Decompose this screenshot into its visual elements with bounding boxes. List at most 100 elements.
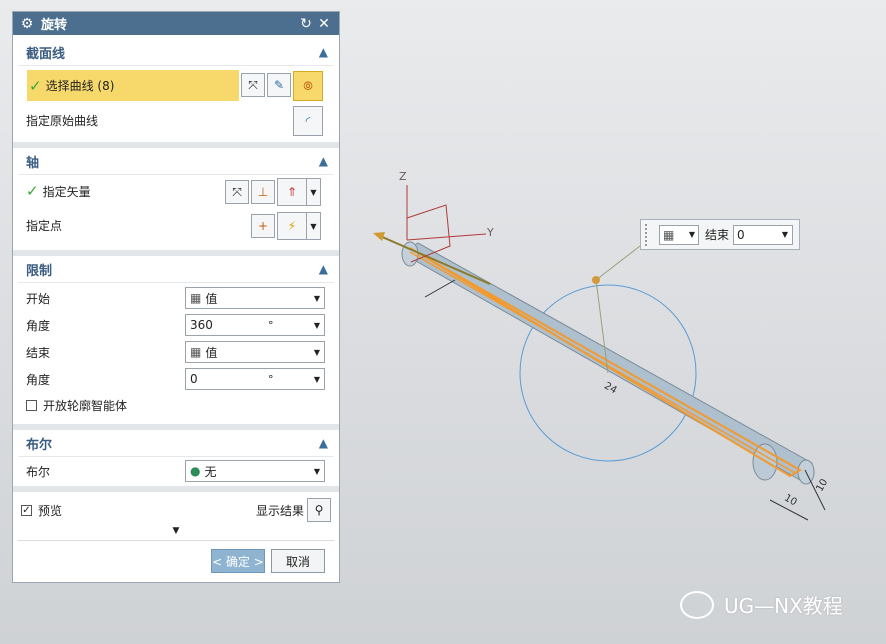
open-profile-row[interactable]: 开放轮廓智能体 bbox=[26, 392, 328, 418]
watermark-text: UG—NX教程 bbox=[724, 594, 843, 618]
dialog-title: 旋转 bbox=[41, 18, 68, 33]
end-value-text: 0 bbox=[737, 227, 745, 242]
cross-arrows-icon: ⤧ bbox=[232, 184, 242, 199]
inferred-point-button[interactable]: ⚡ bbox=[277, 212, 307, 240]
point-type-dropdown[interactable]: ▼ bbox=[307, 212, 321, 240]
axis-z-label: Z bbox=[399, 170, 407, 183]
origin-curve-button[interactable]: ◜ bbox=[293, 106, 323, 136]
section-axis-title: 轴 bbox=[26, 155, 40, 171]
toolbar-grip[interactable] bbox=[645, 223, 655, 246]
sketch-section-button[interactable]: ✎ bbox=[267, 73, 291, 97]
section-boolean-title: 布尔 bbox=[26, 437, 53, 453]
end-type-value: 值 bbox=[205, 345, 218, 360]
end-value-input[interactable]: 0 ▼ bbox=[733, 224, 794, 245]
cancel-button[interactable]: 取消 bbox=[271, 549, 325, 573]
start-label: 开始 bbox=[26, 291, 51, 306]
specify-origin-label: 指定原始曲线 bbox=[26, 113, 99, 128]
end-type-dropdown[interactable]: ▦ ▼ bbox=[659, 224, 699, 245]
preview-checkbox[interactable]: ✓ bbox=[21, 504, 32, 516]
end-type-select[interactable]: ▦ 值 ▼ bbox=[185, 341, 325, 363]
reverse-vector-button[interactable]: ⤧ bbox=[225, 180, 249, 204]
boolean-select[interactable]: ● 无 ▼ bbox=[185, 460, 325, 482]
chevron-up-icon: ▲ bbox=[318, 436, 328, 450]
start-angle-value: 360 bbox=[190, 318, 213, 332]
start-type-select[interactable]: ▦ 值 ▼ bbox=[185, 287, 325, 309]
open-profile-checkbox[interactable] bbox=[26, 399, 37, 411]
chevron-down-icon: ▼ bbox=[313, 466, 320, 476]
end-angle-unit: ° bbox=[268, 372, 274, 386]
section-limits-title: 限制 bbox=[26, 263, 53, 279]
chevron-up-icon: ▲ bbox=[318, 154, 328, 168]
wechat-icon bbox=[680, 590, 714, 619]
start-angle-input[interactable]: 360 ° ▼ bbox=[185, 314, 325, 336]
inferred-vector-button[interactable]: ⇑ bbox=[277, 178, 307, 206]
point-handle bbox=[592, 276, 600, 284]
preview-label: 预览 bbox=[38, 503, 63, 518]
origin-curve-icon: ◜ bbox=[305, 114, 311, 128]
chevron-down-icon: ▼ bbox=[313, 347, 320, 357]
show-result-button[interactable]: ⚲ bbox=[307, 498, 331, 522]
separator bbox=[13, 486, 339, 492]
select-curve-label: 选择曲线 (8) bbox=[45, 79, 115, 93]
chevron-down-icon: ▼ bbox=[313, 293, 320, 303]
section-boolean: 布尔 ▲ 布尔 ● 无 ▼ bbox=[18, 430, 334, 486]
show-result-label: 显示结果 bbox=[255, 503, 304, 518]
section-curve-header[interactable]: 截面线 ▲ bbox=[18, 39, 334, 66]
start-angle-label: 角度 bbox=[26, 318, 51, 333]
start-type-value: 值 bbox=[205, 291, 218, 306]
expand-down-icon: ▼ bbox=[172, 526, 180, 536]
section-boolean-header[interactable]: 布尔 ▲ bbox=[18, 430, 334, 457]
chevron-up-icon: ▲ bbox=[318, 45, 328, 59]
specify-vector-label: 指定矢量 bbox=[42, 184, 91, 199]
gear-icon[interactable]: ⚙ bbox=[19, 16, 35, 32]
dim-line-left bbox=[424, 279, 456, 298]
vector-axis-line bbox=[379, 235, 491, 285]
vector-icon: ⇑ bbox=[286, 185, 298, 199]
section-curve: 截面线 ▲ ✓ 选择曲线 (8) ⤧ ✎ ⦾ 指定原始曲线 ◜ bbox=[18, 39, 334, 142]
select-curve-row[interactable]: ✓ 选择曲线 (8) bbox=[27, 70, 239, 101]
chevron-up-icon: ▲ bbox=[318, 262, 328, 276]
cross-arrows-icon: ⤧ bbox=[248, 77, 258, 92]
toolbar-leader bbox=[595, 245, 641, 281]
section-limits-header[interactable]: 限制 ▲ bbox=[18, 256, 334, 283]
section-limits: 限制 ▲ 开始 ▦ 值 ▼ 角度 360 ° ▼ 结束 ▦ 值 ▼ 角度 0 °… bbox=[18, 256, 334, 424]
end-value-toolbar: ▦ ▼ 结束 0 ▼ bbox=[640, 219, 800, 250]
chevron-down-icon: ▼ bbox=[313, 374, 320, 384]
chevron-down-icon: ▼ bbox=[310, 187, 317, 197]
specify-origin-row: 指定原始曲线 bbox=[26, 107, 328, 133]
chevron-down-icon: ▼ bbox=[781, 230, 789, 239]
preview-row: ✓ 预览 显示结果 ⚲ bbox=[21, 496, 331, 524]
end-angle-value: 0 bbox=[190, 372, 198, 386]
lightning-point-icon: ⚡ bbox=[287, 219, 297, 233]
vector-type-dropdown[interactable]: ▼ bbox=[307, 178, 321, 206]
dialog-titlebar: ⚙ 旋转 ↻ ✕ bbox=[13, 12, 339, 35]
graphics-viewport[interactable]: Z Y 24 10 10 bbox=[340, 0, 886, 644]
ok-button[interactable]: < 确定 > bbox=[211, 549, 265, 573]
value-type-icon: ▦ bbox=[663, 227, 675, 242]
check-icon: ✓ bbox=[26, 182, 39, 200]
point-dialog-button[interactable]: + bbox=[251, 214, 275, 238]
open-profile-label: 开放轮廓智能体 bbox=[43, 398, 128, 413]
chevron-down-icon: ▼ bbox=[313, 320, 320, 330]
end-label: 结束 bbox=[26, 345, 51, 360]
chevron-down-icon: ▼ bbox=[688, 230, 695, 239]
curve-selection-button[interactable]: ⦾ bbox=[293, 71, 323, 101]
curve-icon: ⦾ bbox=[303, 78, 313, 93]
expand-more-row[interactable]: ▼ bbox=[18, 526, 334, 541]
ok-label: < 确定 > bbox=[212, 554, 264, 569]
boolean-label: 布尔 bbox=[26, 464, 51, 479]
end-toolbar-label: 结束 bbox=[705, 228, 730, 242]
deselect-curve-button[interactable]: ⤧ bbox=[241, 73, 265, 97]
section-curve-title: 截面线 bbox=[26, 46, 66, 62]
section-axis: 轴 ▲ ✓ 指定矢量 ⤧ ⊥ ⇑ ▼ 指定点 + ⚡ ▼ bbox=[18, 148, 334, 250]
close-icon[interactable]: ✕ bbox=[315, 16, 333, 32]
vector-dialog-button[interactable]: ⊥ bbox=[251, 180, 275, 204]
end-angle-input[interactable]: 0 ° ▼ bbox=[185, 368, 325, 390]
reset-icon[interactable]: ↻ bbox=[297, 16, 315, 32]
check-icon: ✓ bbox=[29, 76, 42, 95]
magnifier-icon: ⚲ bbox=[314, 503, 324, 517]
boolean-none-icon: ● bbox=[190, 464, 201, 478]
value-type-icon: ▦ bbox=[190, 345, 202, 359]
cancel-label: 取消 bbox=[285, 554, 310, 569]
section-axis-header[interactable]: 轴 ▲ bbox=[18, 148, 334, 175]
